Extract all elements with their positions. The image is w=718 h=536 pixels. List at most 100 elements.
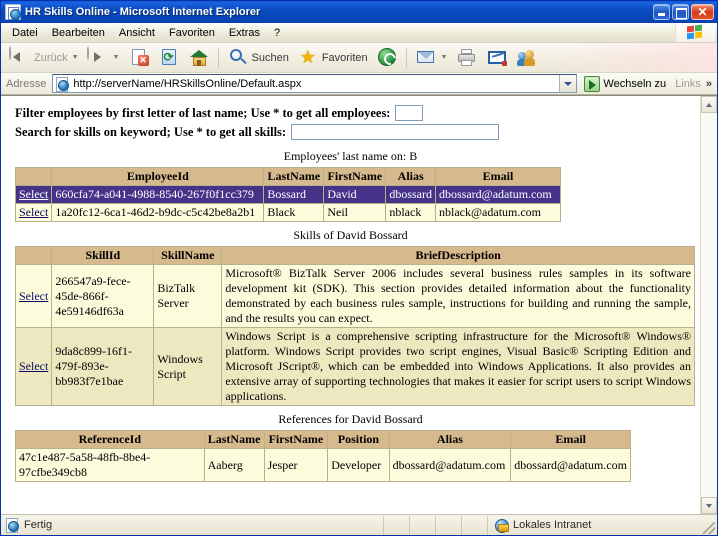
- print-button[interactable]: [452, 45, 482, 70]
- employee-email-cell: dbossard@adatum.com: [435, 185, 561, 204]
- back-button[interactable]: Zurück ▼: [5, 45, 83, 70]
- reference-id-cell: 47c1e487-5a58-48fb-8be4-97cfbe349cb8: [15, 448, 205, 482]
- skill-select-cell[interactable]: Select: [14, 327, 53, 406]
- scroll-up-icon[interactable]: [701, 96, 717, 113]
- employee-lastname-cell: Black: [263, 203, 325, 222]
- skill-search-input[interactable]: [291, 124, 500, 140]
- status-segment: [461, 515, 483, 535]
- employee-select-cell[interactable]: Select: [14, 203, 53, 222]
- menu-item-help[interactable]: ?: [267, 25, 287, 41]
- employee-email-cell: nblack@adatum.com: [435, 203, 561, 222]
- table-row[interactable]: Select 266547a9-fece-45de-866f-4e59146df…: [14, 264, 695, 328]
- skill-name-cell: Windows Script: [153, 327, 223, 406]
- refresh-icon: ⟳: [161, 49, 176, 65]
- search-button[interactable]: Suchen: [223, 45, 293, 70]
- employees-header-employeeid: EmployeeId: [51, 167, 265, 186]
- references-header-referenceid: ReferenceId: [15, 430, 205, 449]
- reference-alias-cell: dbossard@adatum.com: [388, 448, 512, 482]
- select-link[interactable]: Select: [19, 359, 48, 373]
- stop-icon: ✕: [128, 47, 150, 68]
- table-header-row: SkillId SkillName BriefDescription: [14, 246, 695, 265]
- references-header-alias: Alias: [388, 430, 512, 449]
- messenger-button[interactable]: [512, 45, 542, 70]
- menu-item-extras[interactable]: Extras: [222, 25, 267, 41]
- stop-button[interactable]: ✕: [124, 45, 154, 70]
- skill-id-cell: 266547a9-fece-45de-866f-4e59146df63a: [51, 264, 155, 328]
- mail-button[interactable]: ▼: [411, 45, 452, 70]
- employee-select-cell[interactable]: Select: [14, 185, 53, 204]
- skill-name-cell: BizTalk Server: [153, 264, 223, 328]
- menu-item-bearbeiten[interactable]: Bearbeiten: [45, 25, 112, 41]
- forward-dropdown-icon[interactable]: ▼: [113, 54, 120, 61]
- home-button[interactable]: [184, 45, 214, 70]
- select-link[interactable]: Select: [19, 205, 48, 219]
- minimize-button[interactable]: [653, 4, 670, 20]
- address-input[interactable]: http://serverName/HRSkillsOnline/Default…: [52, 74, 578, 93]
- status-segment: [383, 515, 405, 535]
- go-button[interactable]: Wechseln zu: [580, 75, 670, 92]
- skill-description-cell: Windows Script is a comprehensive script…: [221, 327, 695, 406]
- mail-dropdown-icon[interactable]: ▼: [441, 54, 448, 61]
- toolbar-separator: [217, 47, 219, 68]
- toolbar: Zurück ▼ ▼ ✕ ⟳ Suchen ★ Favoriten ▼: [1, 43, 717, 73]
- select-link[interactable]: Select: [19, 289, 48, 303]
- scrollbar-track[interactable]: [701, 113, 717, 497]
- employees-caption: Employees' last name on: B: [283, 149, 418, 163]
- window-title: HR Skills Online - Microsoft Internet Ex…: [25, 6, 261, 18]
- search-icon: [227, 47, 249, 68]
- close-button[interactable]: ✕: [691, 4, 714, 20]
- resize-grip[interactable]: [703, 522, 715, 534]
- toolbar-separator-2: [405, 47, 407, 68]
- skills-table: SkillId SkillName BriefDescription Selec…: [14, 246, 695, 406]
- references-caption: References for David Bossard: [278, 412, 423, 426]
- skill-search-row: Search for skills on keyword; Use * to g…: [1, 124, 700, 143]
- address-dropdown-icon[interactable]: [559, 75, 577, 92]
- table-row[interactable]: Select 9da8c899-16f1-479f-893e-bb983f7e1…: [14, 327, 695, 406]
- media-icon: [376, 47, 398, 68]
- status-text: Fertig: [24, 519, 53, 531]
- maximize-button[interactable]: [672, 4, 689, 20]
- zone-text: Lokales Intranet: [513, 519, 592, 531]
- edit-button[interactable]: [482, 45, 512, 70]
- employees-header-select: [14, 167, 53, 186]
- home-icon: [188, 47, 210, 68]
- skills-caption: Skills of David Bossard: [293, 228, 408, 242]
- filter-row: Filter employees by first letter of last…: [1, 105, 700, 124]
- select-link[interactable]: Select: [19, 187, 48, 201]
- employees-header-alias: Alias: [385, 167, 436, 186]
- edit-page-icon: [486, 47, 508, 68]
- reference-position-cell: Developer: [327, 448, 390, 482]
- messenger-people-icon: [516, 47, 538, 68]
- internet-explorer-icon: [5, 4, 21, 20]
- vertical-scrollbar[interactable]: [700, 96, 717, 514]
- table-row[interactable]: 47c1e487-5a58-48fb-8be4-97cfbe349cb8 Aab…: [15, 448, 631, 482]
- employee-id-cell: 660cfa74-a041-4988-8540-267f0f1cc379: [51, 185, 265, 204]
- back-dropdown-icon[interactable]: ▼: [72, 54, 79, 61]
- security-zone[interactable]: Lokales Intranet: [487, 515, 717, 535]
- employee-id-cell: 1a20fc12-6ca1-46d2-b9dc-c5c42be8a2b1: [51, 203, 265, 222]
- page-status-icon: [5, 518, 20, 533]
- menu-item-favoriten[interactable]: Favoriten: [162, 25, 222, 41]
- filter-input[interactable]: [395, 105, 424, 121]
- status-segment: [435, 515, 457, 535]
- links-label[interactable]: Links: [673, 78, 703, 90]
- windows-logo-icon: [675, 23, 715, 42]
- forward-button[interactable]: ▼: [83, 45, 124, 70]
- references-header-email: Email: [510, 430, 631, 449]
- content-area: Filter employees by first letter of last…: [1, 95, 717, 514]
- table-row[interactable]: Select 1a20fc12-6ca1-46d2-b9dc-c5c42be8a…: [14, 203, 561, 222]
- table-header-row: ReferenceId LastName FirstName Position …: [15, 430, 631, 449]
- go-label: Wechseln zu: [603, 77, 667, 90]
- chevron-right-icon[interactable]: »: [706, 78, 715, 90]
- skill-select-cell[interactable]: Select: [14, 264, 53, 328]
- scroll-down-icon[interactable]: [701, 497, 717, 514]
- favorites-button[interactable]: ★ Favoriten: [293, 45, 372, 70]
- menu-item-datei[interactable]: Datei: [5, 25, 45, 41]
- printer-icon: [456, 47, 478, 68]
- menu-item-ansicht[interactable]: Ansicht: [112, 25, 162, 41]
- table-row[interactable]: Select 660cfa74-a041-4988-8540-267f0f1cc…: [14, 185, 561, 204]
- skills-header-briefdescription: BriefDescription: [221, 246, 695, 265]
- references-table: ReferenceId LastName FirstName Position …: [15, 430, 631, 482]
- refresh-button[interactable]: ⟳: [154, 45, 184, 70]
- media-button[interactable]: [372, 45, 402, 70]
